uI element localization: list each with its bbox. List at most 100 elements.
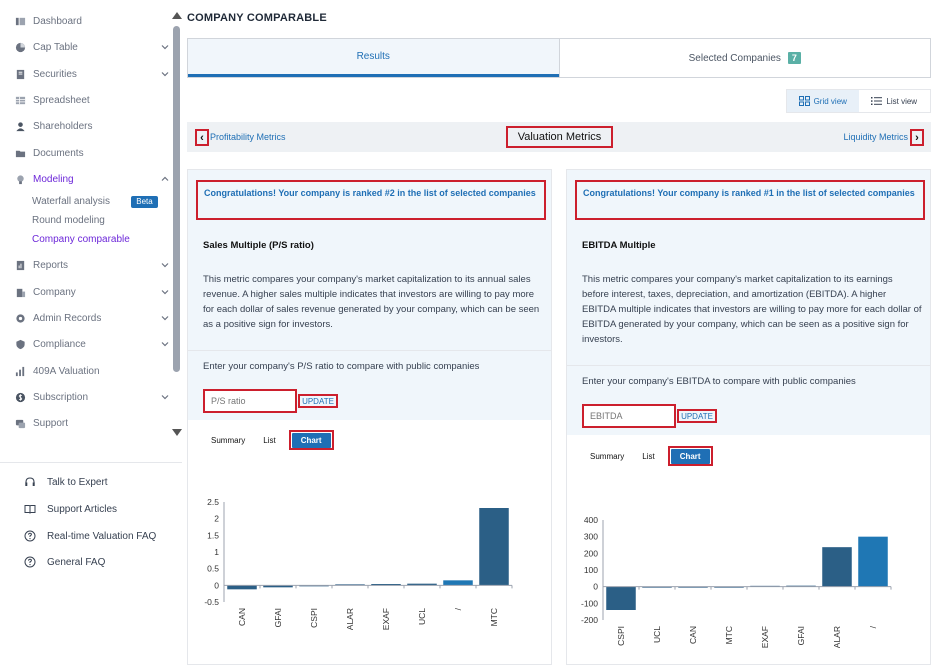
folder-icon xyxy=(14,147,26,159)
metric-description: This metric compares your company's mark… xyxy=(582,274,922,345)
tab-chart[interactable]: Chart xyxy=(288,430,334,450)
question-circle-icon xyxy=(24,530,37,543)
rank-message: Congratulations! Your company is ranked … xyxy=(196,180,546,220)
help-realtime-valuation-faq[interactable]: Real-time Valuation FAQ xyxy=(24,527,156,545)
sidebar-item-label: Admin Records xyxy=(33,312,102,324)
building-icon xyxy=(14,286,26,298)
y-tick-label: 2 xyxy=(214,514,219,524)
help-item-label: Real-time Valuation FAQ xyxy=(47,530,157,542)
x-tick-label: CAN xyxy=(688,626,698,644)
prev-metric-link[interactable]: Profitability Metrics xyxy=(210,132,286,142)
view-toggle: Grid view List view xyxy=(786,89,931,113)
prev-metric-button[interactable]: ‹ xyxy=(195,129,209,146)
sidebar-item-modeling[interactable]: Modeling xyxy=(14,168,170,190)
sidebar-item-documents[interactable]: Documents xyxy=(14,142,170,164)
sidebar-item-admin-records[interactable]: Admin Records xyxy=(14,307,170,329)
help-support-articles[interactable]: Support Articles xyxy=(24,500,117,518)
tab-list[interactable]: List xyxy=(254,430,284,450)
chart-tab-label: Chart xyxy=(670,448,710,464)
chart-bar xyxy=(858,536,888,587)
sales-multiple-chart: 2.5 2 1.5 1 0.5 0 -0.5 CAN GFAI CSPI ALAR AEXAF UCL /… xyxy=(204,497,513,630)
y-tick-label: 2.5 xyxy=(207,497,219,507)
sidebar-item-label: Spreadsheet xyxy=(33,94,90,106)
y-tick-label: 1.5 xyxy=(207,530,219,540)
divider xyxy=(188,350,551,351)
update-button[interactable]: UPDATE xyxy=(298,394,338,408)
y-tick-label: 0 xyxy=(214,580,219,590)
ebitda-input[interactable] xyxy=(582,404,676,428)
x-tick-label: CAN xyxy=(237,608,247,626)
beta-badge: Beta xyxy=(131,196,158,208)
sidebar-item-cap-table[interactable]: Cap Table xyxy=(14,36,170,58)
chevron-left-icon: ‹ xyxy=(200,131,204,144)
tab-results[interactable]: Results xyxy=(188,39,559,77)
sidebar-subitem-waterfall-analysis[interactable]: Waterfall analysis xyxy=(32,194,110,210)
x-tick-label: UCL xyxy=(652,626,662,643)
sidebar-item-reports[interactable]: Reports xyxy=(14,254,170,276)
metric-card-ebitda-multiple: Congratulations! Your company is ranked … xyxy=(566,169,931,665)
chevron-down-icon xyxy=(161,72,169,77)
sidebar-item-dashboard[interactable]: Dashboard xyxy=(14,10,170,32)
metric-name: Sales Multiple (P/S ratio) xyxy=(203,240,314,251)
support-icon xyxy=(14,417,26,429)
chart-bar xyxy=(443,580,473,586)
sidebar-item-label: Dashboard xyxy=(33,15,82,27)
sidebar-subitem-company-comparable[interactable]: Company comparable xyxy=(32,232,130,248)
help-talk-to-expert[interactable]: Talk to Expert xyxy=(24,473,108,491)
sidebar-scrollbar[interactable] xyxy=(173,26,180,372)
sidebar-item-label: Reports xyxy=(33,259,69,271)
sidebar-item-support[interactable]: Support xyxy=(14,412,170,434)
x-tick-label: / xyxy=(868,625,878,628)
y-tick-label: -200 xyxy=(581,615,598,625)
next-metric-link[interactable]: Liquidity Metrics xyxy=(843,132,908,142)
sidebar-divider xyxy=(0,462,182,463)
next-metric-button[interactable]: › xyxy=(910,129,924,146)
x-tick-label: AEXAF xyxy=(760,626,770,648)
scroll-up-arrow[interactable] xyxy=(172,12,182,19)
tab-summary[interactable]: Summary xyxy=(581,446,633,466)
chevron-up-icon xyxy=(161,176,169,181)
grid-view-button[interactable]: Grid view xyxy=(787,90,859,112)
sidebar-item-label: Shareholders xyxy=(33,120,93,132)
help-item-label: Support Articles xyxy=(47,503,118,515)
tab-selected-companies[interactable]: Selected Companies 7 xyxy=(558,39,931,77)
sidebar-item-409a-valuation[interactable]: 409A Valuation xyxy=(14,360,170,382)
divider xyxy=(567,365,930,366)
ps-ratio-input[interactable] xyxy=(203,389,297,413)
help-general-faq[interactable]: General FAQ xyxy=(24,553,105,571)
pie-chart-icon xyxy=(14,41,26,53)
x-tick-label: MTC xyxy=(489,608,499,626)
chevron-right-icon: › xyxy=(915,131,919,144)
x-tick-label: AEXAF xyxy=(381,608,391,630)
report-icon xyxy=(14,259,26,271)
tab-chart[interactable]: Chart xyxy=(667,446,713,466)
sidebar-item-company[interactable]: Company xyxy=(14,281,170,303)
tab-summary[interactable]: Summary xyxy=(202,430,254,450)
lightbulb-icon xyxy=(14,173,26,185)
sidebar-item-shareholders[interactable]: Shareholders xyxy=(14,115,170,137)
y-tick-label: 0 xyxy=(593,582,598,592)
y-tick-label: 1 xyxy=(214,547,219,557)
update-button[interactable]: UPDATE xyxy=(677,409,717,423)
tab-list[interactable]: List xyxy=(633,446,663,466)
sidebar-item-label: Securities xyxy=(33,68,77,80)
question-circle-icon xyxy=(24,556,37,569)
dollar-icon xyxy=(14,391,26,403)
sidebar-item-subscription[interactable]: Subscription xyxy=(14,386,170,408)
sidebar-item-label: 409A Valuation xyxy=(33,365,100,377)
sidebar-item-securities[interactable]: Securities xyxy=(14,63,170,85)
tab-label: Results xyxy=(356,51,390,62)
grid-view-label: Grid view xyxy=(813,96,847,106)
sidebar-subitem-round-modeling[interactable]: Round modeling xyxy=(32,213,105,229)
sidebar-item-label: Modeling xyxy=(33,173,74,185)
sidebar-item-label: Subscription xyxy=(33,391,89,403)
list-view-button[interactable]: List view xyxy=(859,90,931,112)
sidebar-item-compliance[interactable]: Compliance xyxy=(14,333,170,355)
rank-message: Congratulations! Your company is ranked … xyxy=(575,180,925,220)
sidebar-item-spreadsheet[interactable]: Spreadsheet xyxy=(14,89,170,111)
scroll-down-arrow[interactable] xyxy=(172,429,182,436)
y-tick-label: 0.5 xyxy=(207,564,219,574)
chart-bar xyxy=(822,547,852,587)
y-tick-label: -0.5 xyxy=(204,597,219,607)
chart-bar xyxy=(227,585,257,590)
